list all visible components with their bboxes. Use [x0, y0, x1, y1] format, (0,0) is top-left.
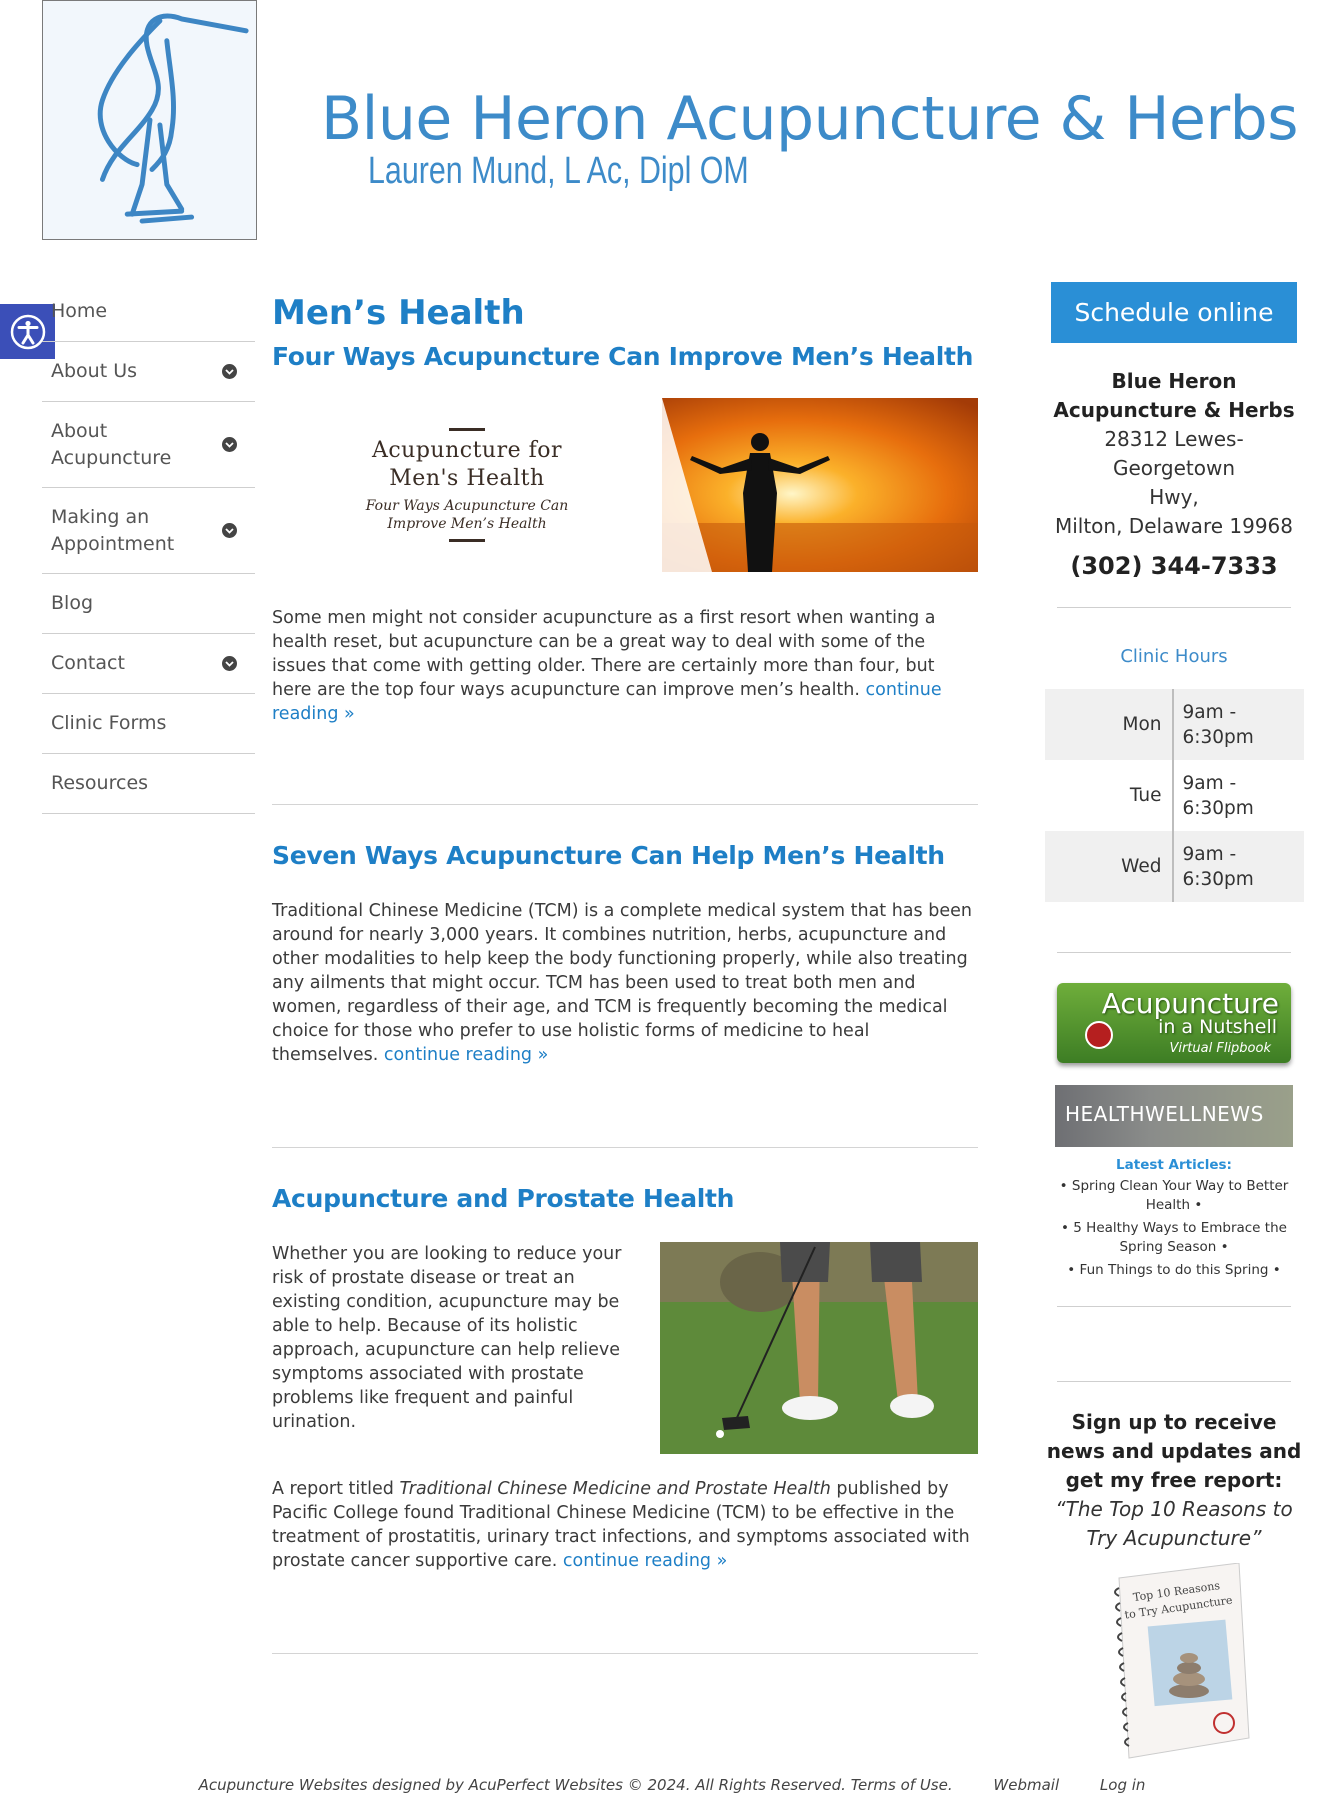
nav-item-label: Home	[51, 300, 108, 322]
sidebar-divider	[1057, 952, 1291, 953]
hours-row: Mon 9am - 6:30pm	[1044, 689, 1304, 760]
banner-caption: Acupuncture for Men's Health Four Ways A…	[272, 398, 662, 572]
hours-row: Tue 9am - 6:30pm	[1044, 760, 1304, 831]
post-title[interactable]: Four Ways Acupuncture Can Improve Men’s …	[272, 340, 978, 374]
nav-item-label: Making an Appointment	[51, 505, 175, 555]
nav-item-resources[interactable]: Resources	[42, 754, 255, 814]
continue-reading-link[interactable]: continue reading »	[384, 1045, 548, 1065]
nav-item-about-acupuncture[interactable]: About Acupuncture	[42, 402, 255, 488]
post-divider	[272, 804, 978, 805]
post-title[interactable]: Acupuncture and Prostate Health	[272, 1182, 978, 1216]
nav-item-clinic-forms[interactable]: Clinic Forms	[42, 694, 255, 754]
sidebar-divider	[1057, 607, 1291, 608]
banner-subheading: Four Ways Acupuncture Can Improve Men’s …	[365, 498, 569, 532]
main-nav: Home About Us About Acupuncture Making an A…	[42, 282, 255, 814]
clinic-hours-title: Clinic Hours	[1120, 646, 1228, 667]
footer-credits[interactable]: Acupuncture Websites designed by AcuPerf…	[199, 1776, 953, 1794]
continue-reading-link[interactable]: continue reading »	[563, 1551, 727, 1571]
nav-item-label: About Acupuncture	[51, 419, 172, 469]
nav-item-label: Clinic Forms	[51, 712, 167, 734]
nav-item-blog[interactable]: Blog	[42, 574, 255, 634]
chevron-down-icon[interactable]	[222, 437, 237, 452]
sidebar: Schedule online Blue Heron Acupuncture &…	[1044, 282, 1304, 1763]
schedule-online-button[interactable]: Schedule online	[1051, 282, 1297, 343]
article-link[interactable]: • Fun Things to do this Spring •	[1044, 1261, 1304, 1280]
golf-image[interactable]	[660, 1242, 978, 1454]
clinic-hours-table: Mon 9am - 6:30pm Tue 9am - 6:30pm Wed 9am - 6…	[1044, 689, 1304, 902]
hours-day: Wed	[1044, 831, 1174, 902]
nav-item-label: Resources	[51, 772, 149, 794]
banner-heading: Acupuncture for Men's Health	[371, 438, 563, 491]
business-name: Blue Heron Acupuncture & Herbs	[1053, 369, 1295, 422]
post-excerpt-text: Traditional Chinese Medicine (TCM) is a …	[272, 901, 972, 1065]
flipbook-banner[interactable]: Acupuncture in a Nutshell Virtual Flipbo…	[1057, 983, 1291, 1063]
post-divider	[272, 1653, 978, 1654]
post-divider	[272, 1147, 978, 1148]
hours-time: 9am - 6:30pm	[1182, 772, 1254, 819]
yin-yang-icon	[1085, 1021, 1113, 1049]
nav-item-label: About Us	[51, 360, 138, 382]
signup-heading: Sign up to receive news and updates and …	[1046, 1410, 1302, 1492]
business-address: 28312 Lewes-Georgetown Hwy, Milton, Dela…	[1054, 427, 1294, 538]
nav-item-about-us[interactable]: About Us	[42, 342, 255, 402]
article-link[interactable]: • Spring Clean Your Way to Better Health…	[1044, 1177, 1304, 1215]
flipbook-subtitle: in a Nutshell	[1158, 1016, 1277, 1038]
hours-day: Tue	[1044, 760, 1174, 831]
post-title[interactable]: Seven Ways Acupuncture Can Help Men’s He…	[272, 839, 978, 873]
site-logo[interactable]	[42, 0, 257, 240]
site-title[interactable]: Blue Heron Acupuncture & Herbs	[321, 84, 1298, 154]
sidebar-divider	[1057, 1306, 1291, 1307]
post-excerpt-2: A report titled Traditional Chinese Medi…	[272, 1477, 978, 1573]
post-banner-image[interactable]: Acupuncture for Men's Health Four Ways A…	[272, 398, 978, 572]
footer: Acupuncture Websites designed by AcuPerf…	[0, 1776, 1344, 1794]
accessibility-icon	[10, 314, 45, 349]
post-excerpt-text: Whether you are looking to reduce your r…	[272, 1244, 622, 1432]
post-excerpt: Some men might not consider acupuncture …	[272, 606, 978, 726]
article-link[interactable]: • 5 Healthy Ways to Embrace the Spring S…	[1044, 1219, 1304, 1257]
healthwellnews-logo-text: HEALTHWELLNEWS	[1065, 1102, 1264, 1126]
chevron-down-icon[interactable]	[222, 656, 237, 671]
webmail-link[interactable]: Webmail	[993, 1776, 1059, 1794]
latest-articles-label: Latest Articles:	[1116, 1157, 1232, 1173]
hours-time: 9am - 6:30pm	[1172, 689, 1304, 760]
report-book-image[interactable]: Top 10 Reasons to Try Acupuncture	[1089, 1562, 1259, 1763]
business-phone[interactable]: (302) 344-7333	[1044, 549, 1304, 583]
hours-time: 9am - 6:30pm	[1172, 831, 1304, 902]
nav-item-label: Blog	[51, 592, 93, 614]
nav-item-label: Contact	[51, 652, 125, 674]
page-title: Men’s Health	[272, 293, 525, 333]
post-excerpt-text: A report titled	[272, 1479, 400, 1499]
post-excerpt-text: Some men might not consider acupuncture …	[272, 608, 936, 700]
site-subtitle: Lauren Mund, L Ac, Dipl OM	[368, 150, 749, 192]
login-link[interactable]: Log in	[1100, 1776, 1146, 1794]
chevron-down-icon[interactable]	[222, 364, 237, 379]
post-excerpt: Traditional Chinese Medicine (TCM) is a …	[272, 899, 978, 1067]
hours-day: Mon	[1044, 689, 1174, 760]
main-content: Men’s Health Four Ways Acupuncture Can I…	[272, 288, 978, 1654]
sidebar-divider	[1057, 1381, 1291, 1382]
hours-row: Wed 9am - 6:30pm	[1044, 831, 1304, 902]
chevron-down-icon[interactable]	[222, 523, 237, 538]
report-title: Traditional Chinese Medicine and Prostat…	[399, 1479, 831, 1499]
free-report-title: “The Top 10 Reasons to Try Acupuncture”	[1055, 1497, 1293, 1550]
nav-item-contact[interactable]: Contact	[42, 634, 255, 694]
nav-item-making-an-appointment[interactable]: Making an Appointment	[42, 488, 255, 574]
heron-logo-icon	[97, 13, 249, 224]
healthwellnews-logo[interactable]: HEALTHWELLNEWS	[1055, 1085, 1293, 1147]
post-excerpt: Whether you are looking to reduce your r…	[272, 1242, 978, 1454]
nav-item-home[interactable]: Home	[42, 282, 255, 342]
flipbook-caption: Virtual Flipbook	[1169, 1041, 1271, 1056]
